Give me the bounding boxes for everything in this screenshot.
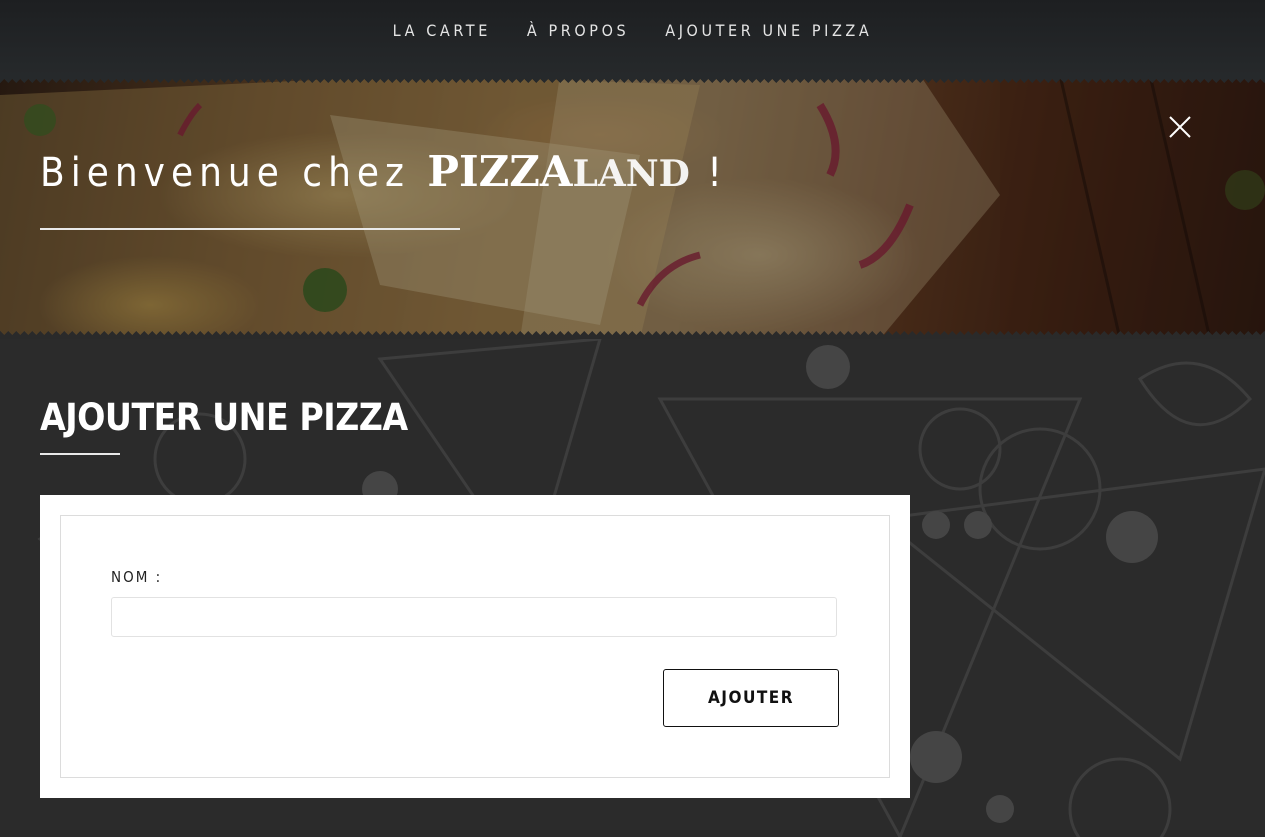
add-pizza-form-card: NOM : AJOUTER [40, 495, 910, 798]
main-navigation: LA CARTE À PROPOS AJOUTER UNE PIZZA [0, 0, 1265, 75]
nav-link-la-carte[interactable]: LA CARTE [393, 0, 491, 62]
welcome-exclamation: ! [707, 150, 728, 196]
hero-divider [40, 228, 460, 230]
brand-name-bold: PIZZA [427, 147, 573, 196]
page-title: AJOUTER UNE PIZZA [40, 396, 408, 439]
hero-top-edge [0, 75, 1265, 83]
add-pizza-button[interactable]: AJOUTER [663, 669, 839, 727]
welcome-greeting: Bienvenue chez [40, 150, 410, 196]
pizza-name-input[interactable] [111, 597, 837, 637]
add-pizza-form: NOM : AJOUTER [60, 515, 890, 778]
nav-link-ajouter-une-pizza[interactable]: AJOUTER UNE PIZZA [665, 0, 872, 62]
hero-bottom-edge [0, 331, 1265, 339]
welcome-heading: Bienvenue chez PIZZALAND ! [40, 148, 728, 198]
nav-link-a-propos[interactable]: À PROPOS [527, 0, 629, 62]
brand-name-light: LAND [572, 153, 690, 195]
pizza-photo-illustration [0, 75, 1265, 339]
close-icon[interactable] [1166, 113, 1194, 141]
title-underline [40, 453, 120, 455]
name-field-label: NOM : [111, 568, 163, 586]
brand-logo: PIZZALAND [427, 147, 690, 196]
hero-banner [0, 75, 1265, 339]
